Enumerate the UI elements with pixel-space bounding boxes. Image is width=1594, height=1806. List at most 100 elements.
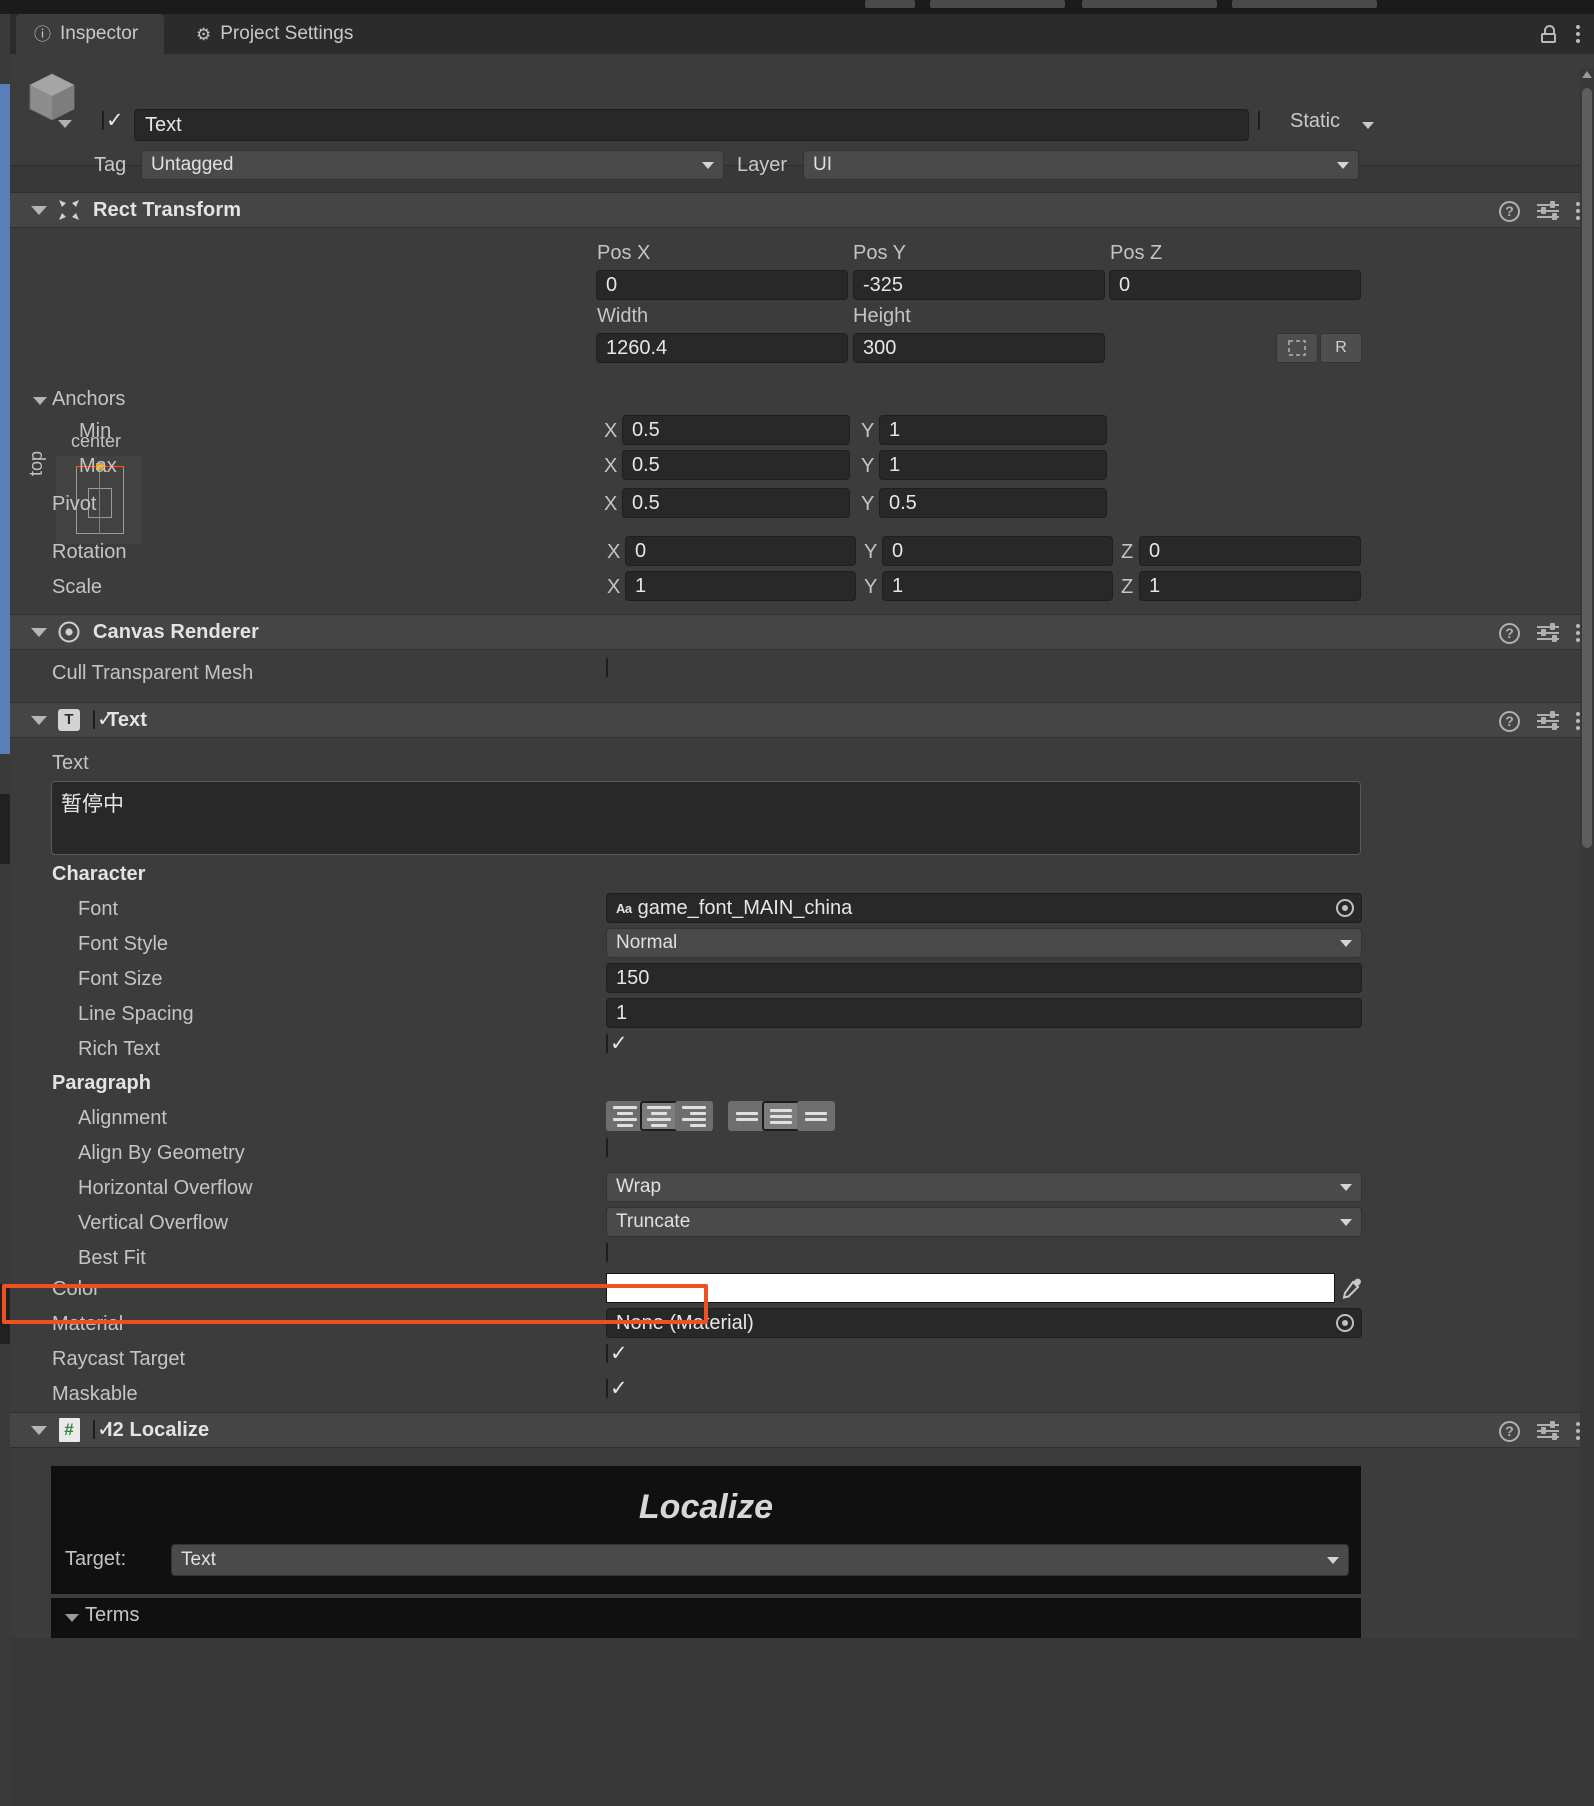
preset-icon[interactable] (1537, 1421, 1559, 1440)
pivot-label: Pivot (52, 493, 97, 515)
align-bottom-button[interactable] (797, 1101, 835, 1131)
text-value-textarea[interactable]: 暂停中 (51, 781, 1361, 855)
text-component-header-icons: ? (1499, 703, 1580, 739)
rotation-label: Rotation (52, 541, 127, 563)
pivot-x-input[interactable]: 0.5 (622, 488, 850, 518)
anchors-fold-arrow[interactable] (33, 397, 47, 405)
help-icon[interactable]: ? (1499, 710, 1520, 732)
anchor-max-x-input[interactable]: 0.5 (622, 450, 850, 480)
terms-fold-arrow[interactable] (65, 1614, 79, 1622)
preset-icon[interactable] (1537, 711, 1559, 730)
anchor-max-y-input[interactable]: 1 (879, 450, 1107, 480)
vertical-overflow-dropdown[interactable]: Truncate (606, 1207, 1362, 1237)
gameobject-name-input[interactable]: Text (134, 109, 1249, 141)
inspector-scrollbar[interactable] (1580, 68, 1594, 1806)
rect-transform-title: Rect Transform (93, 198, 242, 221)
horizontal-overflow-dropdown[interactable]: Wrap (606, 1172, 1362, 1202)
align-left-button[interactable] (606, 1101, 644, 1131)
scale-y-input[interactable]: 1 (882, 571, 1113, 601)
top-strip-button-3 (1082, 0, 1217, 8)
tab-project-settings[interactable]: ⚙ Project Settings (178, 14, 371, 54)
layer-dropdown[interactable]: UI (803, 150, 1359, 180)
text-component-header[interactable]: T Text ? (10, 702, 1594, 738)
rail-item-a (0, 794, 10, 864)
rich-text-checkbox[interactable] (606, 1034, 608, 1053)
text-component-enabled-checkbox[interactable] (93, 710, 95, 729)
static-label: Static (1290, 110, 1341, 132)
help-icon[interactable]: ? (1499, 1420, 1520, 1442)
anchor-min-y-input[interactable]: 1 (879, 415, 1107, 445)
static-dropdown-arrow[interactable] (1362, 122, 1374, 129)
lock-icon[interactable] (1541, 25, 1556, 43)
target-dropdown[interactable]: Text (171, 1544, 1349, 1576)
pos-y-input[interactable]: -325 (853, 270, 1105, 300)
i2-localize-fold-arrow[interactable] (31, 1425, 47, 1435)
width-input[interactable]: 1260.4 (596, 333, 848, 363)
layer-label: Layer (737, 154, 788, 176)
raw-edit-button[interactable]: R (1320, 333, 1362, 363)
localize-banner-title: Localize (638, 1488, 774, 1526)
scale-z-input[interactable]: 1 (1139, 571, 1361, 601)
alignment-label: Alignment (78, 1107, 167, 1129)
font-object-picker-icon[interactable] (1336, 899, 1354, 917)
rect-transform-fold-arrow[interactable] (31, 205, 47, 215)
preset-icon[interactable] (1537, 623, 1559, 642)
maskable-checkbox[interactable] (606, 1379, 608, 1398)
height-input[interactable]: 300 (853, 333, 1105, 363)
pos-x-label: Pos X (597, 242, 651, 264)
font-style-dropdown[interactable]: Normal (606, 928, 1362, 958)
horizontal-overflow-label: Horizontal Overflow (78, 1177, 253, 1199)
localize-banner-panel: Localize Target: Text (51, 1466, 1361, 1594)
scale-x-input[interactable]: 1 (625, 571, 856, 601)
align-right-button[interactable] (675, 1101, 713, 1131)
align-middle-button[interactable] (762, 1101, 800, 1131)
font-style-value: Normal (616, 932, 678, 953)
static-checkbox[interactable] (1258, 111, 1260, 130)
eyedropper-icon[interactable] (1341, 1277, 1363, 1299)
material-object-picker-icon[interactable] (1336, 1314, 1354, 1332)
min-x-axis: X (604, 420, 618, 442)
gameobject-enabled-checkbox[interactable] (102, 111, 104, 130)
font-object-field[interactable]: Aa game_font_MAIN_china (606, 893, 1362, 923)
material-label: Material (52, 1313, 124, 1335)
pos-x-input[interactable]: 0 (596, 270, 848, 300)
canvas-renderer-header[interactable]: Canvas Renderer ? (10, 614, 1594, 650)
help-icon[interactable]: ? (1499, 622, 1520, 644)
canvas-renderer-fold-arrow[interactable] (31, 627, 47, 637)
font-size-label: Font Size (78, 968, 163, 990)
hierarchy-rail (0, 14, 10, 1806)
tag-dropdown[interactable]: Untagged (141, 150, 724, 180)
i2-localize-enabled-checkbox[interactable] (93, 1420, 95, 1439)
prefab-dropdown-arrow[interactable] (58, 120, 72, 128)
anchor-min-x-input[interactable]: 0.5 (622, 415, 850, 445)
align-by-geometry-checkbox[interactable] (606, 1138, 608, 1157)
kebab-menu-icon[interactable] (1576, 25, 1580, 43)
best-fit-checkbox[interactable] (606, 1243, 608, 1262)
min-y-axis: Y (861, 420, 875, 442)
line-spacing-input[interactable]: 1 (606, 998, 1362, 1028)
font-style-label: Font Style (78, 933, 169, 955)
pos-z-input[interactable]: 0 (1109, 270, 1361, 300)
blueprint-mode-button[interactable] (1276, 333, 1318, 363)
i2-localize-header[interactable]: # I2 Localize ? (10, 1412, 1594, 1448)
scrollbar-up-arrow[interactable] (1582, 71, 1592, 78)
raycast-target-checkbox[interactable] (606, 1344, 608, 1363)
help-icon[interactable]: ? (1499, 200, 1520, 222)
cull-transparent-mesh-checkbox[interactable] (606, 658, 608, 677)
rect-transform-header[interactable]: Rect Transform ? (10, 192, 1594, 228)
scrollbar-thumb[interactable] (1582, 88, 1592, 848)
material-object-field[interactable]: None (Material) (606, 1308, 1362, 1338)
text-component-fold-arrow[interactable] (31, 715, 47, 725)
rotation-z-input[interactable]: 0 (1139, 536, 1361, 566)
pivot-y-input[interactable]: 0.5 (879, 488, 1107, 518)
color-swatch[interactable] (606, 1273, 1335, 1303)
preset-icon[interactable] (1537, 201, 1559, 220)
tab-inspector[interactable]: ⓘ Inspector (16, 14, 164, 54)
rotation-y-input[interactable]: 0 (882, 536, 1113, 566)
anchor-preset-top-label: top (26, 450, 46, 476)
font-size-input[interactable]: 150 (606, 963, 1362, 993)
align-center-button[interactable] (640, 1101, 678, 1131)
align-top-button[interactable] (728, 1101, 766, 1131)
font-label: Font (78, 898, 119, 920)
rotation-x-input[interactable]: 0 (625, 536, 856, 566)
